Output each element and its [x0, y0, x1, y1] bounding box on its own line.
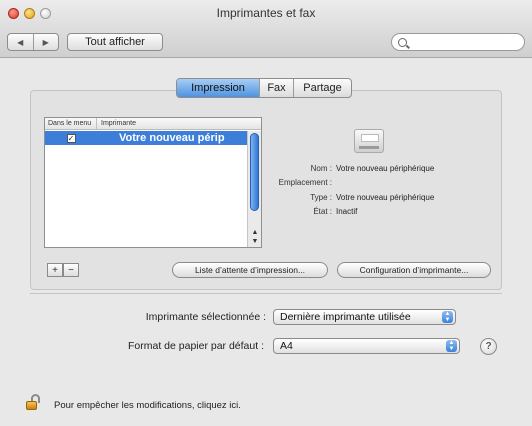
- state-label: État :: [313, 207, 332, 216]
- lock-icon[interactable]: [26, 394, 40, 410]
- popup-arrows-icon: ▲ ▼: [442, 311, 453, 323]
- scroll-down-arrow-icon[interactable]: ▼: [251, 238, 259, 246]
- scroll-up-arrow-icon[interactable]: ▲: [251, 229, 259, 237]
- paper-format-select[interactable]: A4 ▲ ▼: [273, 338, 460, 354]
- back-button[interactable]: ◀: [8, 34, 33, 50]
- type-label: Type :: [310, 193, 332, 202]
- search-icon: [398, 37, 407, 47]
- column-header-printer[interactable]: Imprimante: [97, 120, 136, 127]
- selected-printer-select[interactable]: Dernière imprimante utilisée ▲ ▼: [273, 309, 456, 325]
- scroll-thumb[interactable]: [250, 133, 259, 211]
- tab-bar: Impression Fax Partage: [176, 78, 352, 98]
- printer-list[interactable]: Dans le menu Imprimante ✓ Votre nouveau …: [44, 117, 262, 248]
- separator: [30, 293, 502, 294]
- tab-impression[interactable]: Impression: [177, 79, 259, 97]
- add-printer-button[interactable]: +: [47, 263, 63, 277]
- lock-body: [26, 401, 37, 410]
- paper-format-label: Format de papier par défaut :: [128, 340, 264, 352]
- show-all-button[interactable]: Tout afficher: [67, 33, 163, 51]
- printer-list-header: Dans le menu Imprimante: [45, 118, 261, 130]
- location-label: Emplacement :: [278, 178, 332, 187]
- printers-fax-window: Imprimantes et fax ◀ ▶ Tout afficher Imp…: [0, 0, 532, 426]
- help-button[interactable]: ?: [480, 338, 497, 355]
- type-value: Votre nouveau périphérique: [336, 193, 435, 202]
- state-value: Inactif: [336, 207, 358, 216]
- selected-printer-value: Dernière imprimante utilisée: [280, 311, 411, 323]
- back-forward-group: ◀ ▶: [7, 33, 59, 51]
- name-label: Nom :: [310, 164, 332, 173]
- printer-icon: [354, 129, 384, 153]
- column-header-in-menu[interactable]: Dans le menu: [45, 118, 97, 129]
- print-queue-button[interactable]: Liste d’attente d’impression...: [172, 262, 328, 278]
- window-title: Imprimantes et fax: [216, 6, 316, 20]
- search-field[interactable]: [391, 33, 525, 51]
- search-input[interactable]: [413, 36, 513, 48]
- popup-arrows-icon: ▲ ▼: [446, 340, 457, 352]
- in-menu-cell: ✓: [45, 133, 97, 143]
- printer-name: Votre nouveau périp: [119, 132, 225, 144]
- name-value: Votre nouveau périphérique: [336, 164, 435, 173]
- remove-printer-button[interactable]: −: [63, 263, 79, 277]
- printer-list-scrollbar[interactable]: ▲ ▼: [247, 131, 261, 247]
- tab-partage[interactable]: Partage: [293, 79, 351, 97]
- toolbar: Imprimantes et fax ◀ ▶ Tout afficher: [0, 0, 532, 58]
- printer-setup-button[interactable]: Configuration d’imprimante...: [337, 262, 491, 278]
- forward-button[interactable]: ▶: [32, 34, 59, 50]
- paper-format-value: A4: [280, 340, 293, 352]
- in-menu-checkbox[interactable]: ✓: [66, 133, 76, 143]
- printer-row[interactable]: ✓ Votre nouveau périp: [45, 131, 248, 145]
- tab-fax[interactable]: Fax: [259, 79, 293, 97]
- selected-printer-label: Imprimante sélectionnée :: [145, 311, 266, 323]
- lock-message: Pour empêcher les modifications, cliquez…: [54, 400, 241, 411]
